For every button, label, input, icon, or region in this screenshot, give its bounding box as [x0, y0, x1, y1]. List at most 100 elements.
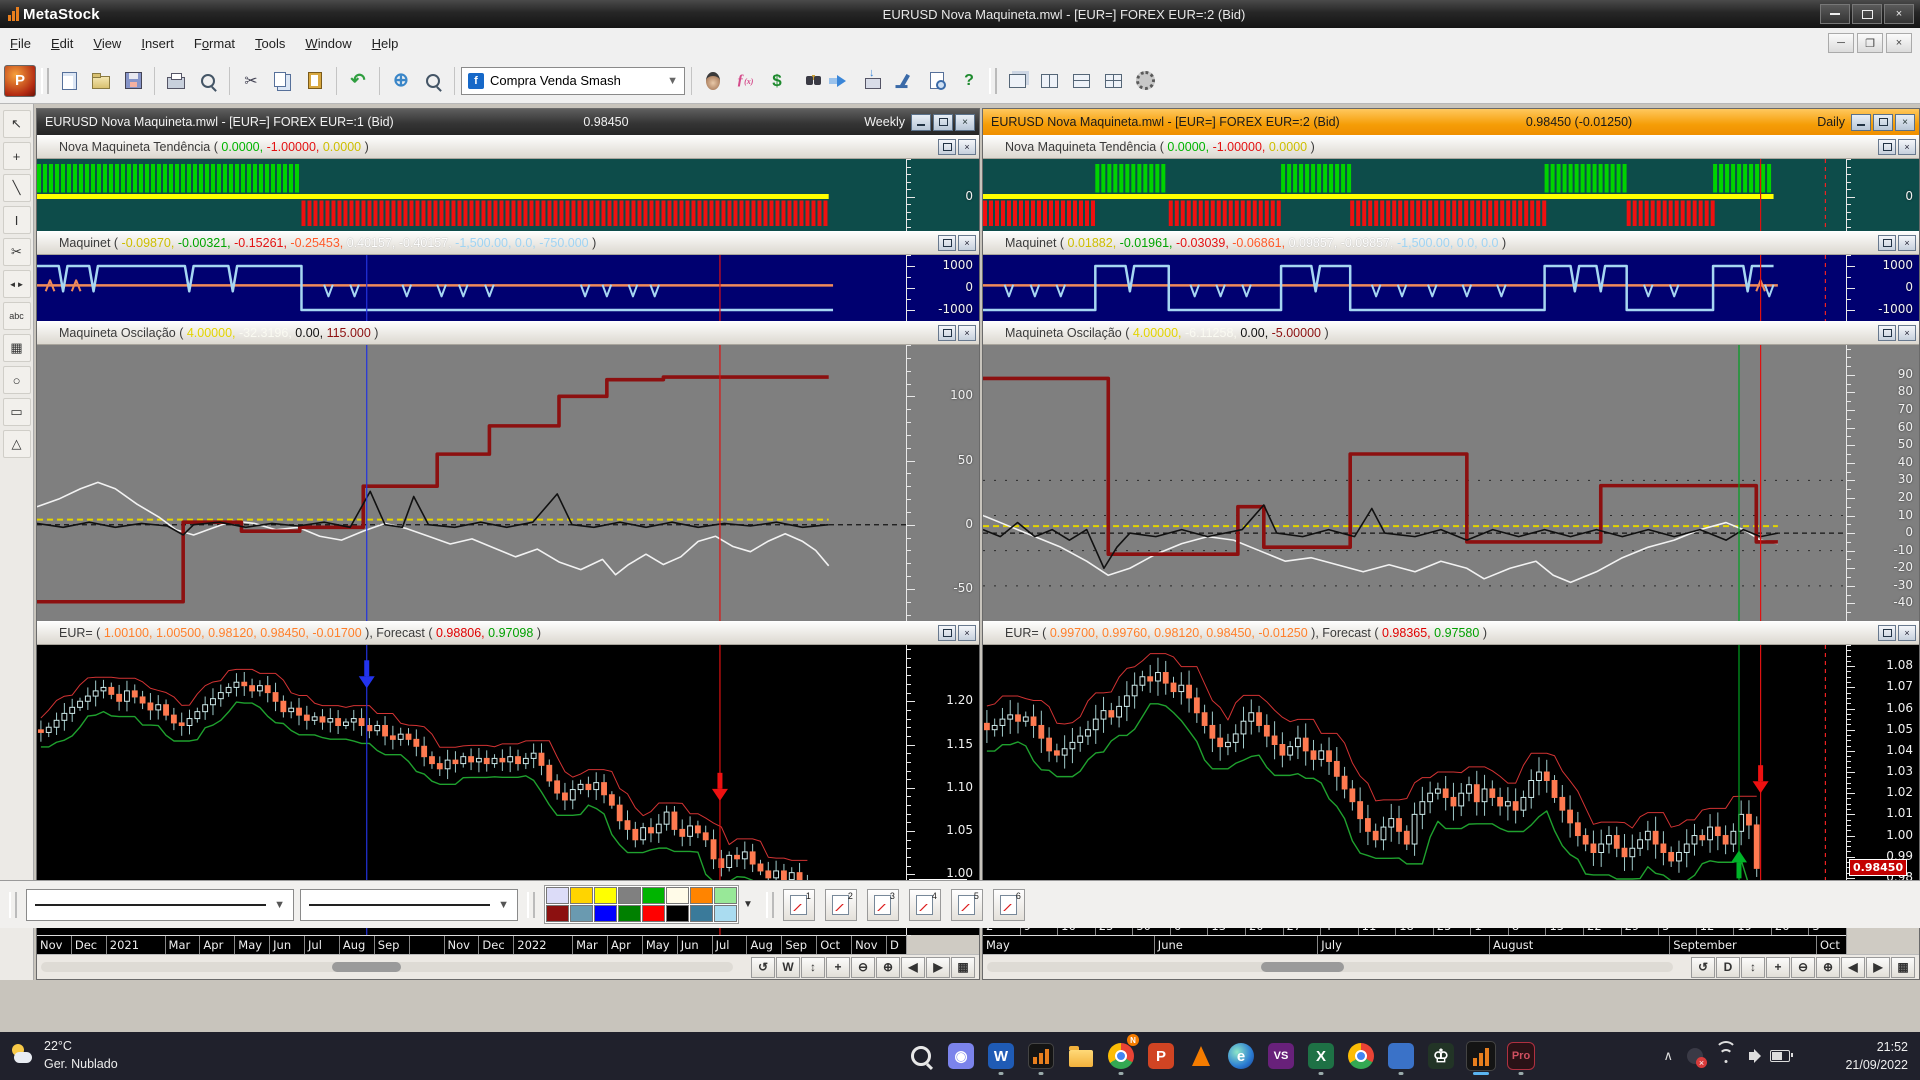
tool-trendline[interactable]: ╲ — [2, 174, 31, 202]
data-table-button[interactable]: ▦ — [1891, 956, 1915, 978]
explorer-button[interactable] — [698, 66, 728, 96]
menu-insert[interactable]: Insert — [131, 32, 184, 55]
taskbar-app-visual-studio[interactable]: VS — [1265, 1036, 1297, 1076]
wifi-icon[interactable] — [1715, 1040, 1737, 1063]
prev-button[interactable]: ◀ — [901, 956, 925, 978]
menu-format[interactable]: Format — [184, 32, 245, 55]
chart-template-1-button[interactable]: 1 — [782, 888, 815, 921]
taskbar-app-vlc[interactable] — [1185, 1036, 1217, 1076]
tile-vertical-button[interactable] — [1034, 66, 1064, 96]
copy-button[interactable] — [268, 66, 298, 96]
tool-text-cursor[interactable]: I — [2, 206, 31, 234]
taskbar-clock[interactable]: 21:52 21/09/2022 — [1845, 1038, 1908, 1074]
menu-edit[interactable]: Edit — [41, 32, 83, 55]
panel-close-button[interactable]: × — [958, 625, 976, 641]
taskbar-app-start[interactable] — [865, 1036, 897, 1076]
chart-window-weekly[interactable]: EURUSD Nova Maquineta.mwl - [EUR=] FOREX… — [36, 108, 980, 980]
zoom-in-button[interactable]: ⊕ — [1816, 956, 1840, 978]
color-swatch[interactable] — [618, 887, 641, 904]
tool-prev-next[interactable]: ◄► — [2, 270, 31, 298]
taskbar-weather-widget[interactable]: 22°C Ger. Nublado — [10, 1037, 118, 1073]
toolbar-grip[interactable] — [527, 891, 535, 918]
color-swatch[interactable] — [666, 905, 689, 922]
panel-close-button[interactable]: × — [1898, 139, 1916, 155]
toolbar-grip[interactable] — [765, 891, 774, 918]
panel-restore-button[interactable] — [1878, 625, 1896, 641]
chart-template-6-button[interactable]: 6 — [992, 888, 1025, 921]
window-minimize-button[interactable] — [911, 113, 931, 131]
print-preview-button[interactable] — [193, 66, 223, 96]
scrollbar-thumb[interactable] — [331, 962, 401, 972]
context-help-button[interactable]: ? — [954, 66, 984, 96]
chart-template-3-button[interactable]: 3 — [866, 888, 899, 921]
tray-caret-icon[interactable]: ∧ — [1663, 1048, 1673, 1064]
color-swatch[interactable] — [570, 905, 593, 922]
color-swatch[interactable] — [618, 905, 641, 922]
next-button[interactable]: ▶ — [1866, 956, 1890, 978]
color-swatch[interactable] — [666, 887, 689, 904]
tendencia-scale[interactable]: 0 — [1846, 159, 1919, 231]
panel-restore-button[interactable] — [938, 139, 956, 155]
taskbar-app-search[interactable] — [905, 1036, 937, 1076]
palette-more-button[interactable]: ▼ — [739, 899, 757, 910]
move-button[interactable]: + — [1766, 956, 1790, 978]
taskbar-app-chess[interactable]: ♔ — [1425, 1036, 1457, 1076]
color-swatch[interactable] — [570, 887, 593, 904]
system-tray[interactable]: ∧ — [1663, 1032, 1793, 1080]
window-restore-button[interactable] — [1873, 113, 1893, 131]
menu-file[interactable]: File — [0, 32, 41, 55]
chart-window-daily-titlebar[interactable]: EURUSD Nova Maquineta.mwl - [EUR=] FOREX… — [983, 109, 1919, 135]
taskbar-app-word[interactable]: W — [985, 1036, 1017, 1076]
color-swatch[interactable] — [714, 905, 737, 922]
move-button[interactable]: + — [826, 956, 850, 978]
menu-help[interactable]: Help — [362, 32, 409, 55]
tile-horizontal-button[interactable] — [1066, 66, 1096, 96]
taskbar-app-chrome[interactable] — [1345, 1036, 1377, 1076]
data-table-button[interactable]: ▦ — [951, 956, 975, 978]
taskbar-app-excel[interactable]: X — [1305, 1036, 1337, 1076]
volume-icon[interactable] — [1749, 1049, 1761, 1063]
zoom-in-button[interactable]: ⊕ — [876, 956, 900, 978]
menu-tools[interactable]: Tools — [245, 32, 295, 55]
oscilacao-chart[interactable] — [37, 345, 907, 621]
refresh-button[interactable]: ↺ — [1691, 956, 1715, 978]
tool-crosshair[interactable]: + — [2, 142, 31, 170]
panel-restore-button[interactable] — [1878, 325, 1896, 341]
oscilacao-scale[interactable]: 90 80 70 60 50 40 30 20 10 0 -10 -20 -30 -40 — [1846, 345, 1919, 622]
color-swatch[interactable] — [594, 887, 617, 904]
price-scale[interactable]: 1.08 1.07 1.06 1.05 1.04 1.03 1.02 1.01 1.00 0.99… — [1846, 645, 1919, 916]
zoom-out-button[interactable]: ⊖ — [851, 956, 875, 978]
mdi-minimize-button[interactable]: ─ — [1828, 33, 1854, 53]
color-swatch[interactable] — [690, 887, 713, 904]
maquinet-scale[interactable]: 1000 0 -1000 — [906, 255, 979, 322]
tile-quad-button[interactable] — [1098, 66, 1128, 96]
panel-close-button[interactable]: × — [958, 235, 976, 251]
indicator-fx-button[interactable]: ƒ(x) — [730, 66, 760, 96]
print-button[interactable] — [161, 66, 191, 96]
options-gear-button[interactable] — [1130, 66, 1160, 96]
taskbar-app-calculator[interactable] — [1385, 1036, 1417, 1076]
taskbar-app-chrome-notif[interactable]: N — [1105, 1034, 1139, 1076]
taskbar-app-powerpoint[interactable]: P — [1145, 1036, 1177, 1076]
search-binoculars-button[interactable] — [794, 66, 824, 96]
zoom-find-button[interactable] — [418, 66, 448, 96]
open-file-button[interactable] — [86, 66, 116, 96]
cascade-button[interactable] — [1002, 66, 1032, 96]
mic-muted-icon[interactable] — [1687, 1048, 1707, 1068]
tool-delete-tool[interactable]: ✂ — [2, 238, 31, 266]
panel-restore-button[interactable] — [1878, 139, 1896, 155]
forward-arrow-button[interactable] — [826, 66, 856, 96]
paste-button[interactable] — [300, 66, 330, 96]
panel-close-button[interactable]: × — [958, 139, 976, 155]
price-chart[interactable] — [983, 645, 1847, 916]
app-maximize-button[interactable] — [1852, 4, 1882, 24]
panel-restore-button[interactable] — [938, 235, 956, 251]
panel-restore-button[interactable] — [938, 325, 956, 341]
scrollbar-thumb[interactable] — [1261, 962, 1344, 972]
line-style-dropdown[interactable]: ▼ — [26, 888, 294, 921]
dollar-button[interactable]: $ — [762, 66, 792, 96]
panel-close-button[interactable]: × — [958, 325, 976, 341]
chart-window-daily[interactable]: EURUSD Nova Maquineta.mwl - [EUR=] FOREX… — [982, 108, 1920, 980]
chart-hscrollbar[interactable]: ↺ D ↕ + ⊖ ⊕ ◀ ▶ ▦ — [983, 954, 1919, 979]
panel-restore-button[interactable] — [1878, 235, 1896, 251]
